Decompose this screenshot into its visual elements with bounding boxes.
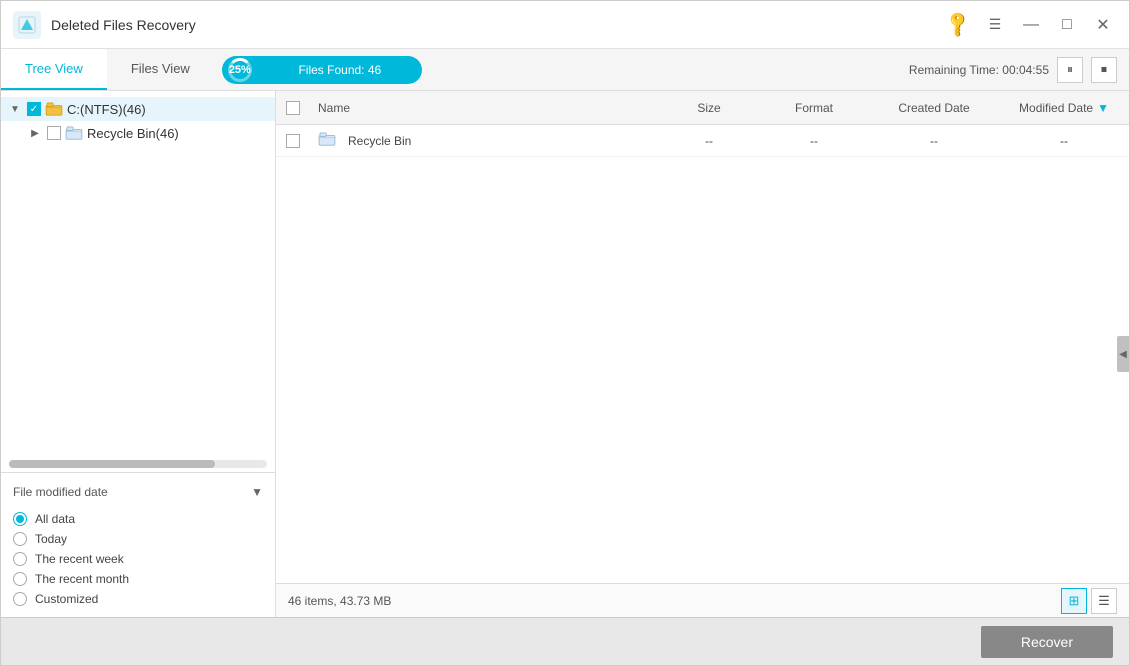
td-format: -- <box>759 134 869 148</box>
th-modified-date[interactable]: Modified Date ▼ <box>999 101 1129 115</box>
files-found-text: Files Found: 46 <box>258 63 422 77</box>
scrollbar-thumb <box>9 460 215 468</box>
tree-area: ▼ C:(NTFS)(46) ▶ <box>1 91 275 456</box>
filter-panel: File modified date ▼ All data Today The re… <box>1 472 275 617</box>
table-body: Recycle Bin -- -- -- -- <box>276 125 1129 583</box>
table-row[interactable]: Recycle Bin -- -- -- -- <box>276 125 1129 157</box>
pause-button[interactable]: ⏸ <box>1057 57 1083 83</box>
window-title: Deleted Files Recovery <box>51 17 947 33</box>
remaining-time: Remaining Time: 00:04:55 ⏸ ⏹ <box>909 49 1129 90</box>
th-check <box>276 101 310 115</box>
tree-root-label: C:(NTFS)(46) <box>67 102 146 117</box>
radio-label-3: The recent month <box>35 572 129 586</box>
sort-arrow-icon: ▼ <box>1097 101 1109 115</box>
main-window: Deleted Files Recovery 🔑 ☰ — □ ✕ Tree Vi… <box>0 0 1130 666</box>
title-bar: Deleted Files Recovery 🔑 ☰ — □ ✕ <box>1 1 1129 49</box>
side-handle-arrow-icon: ◀ <box>1119 349 1127 360</box>
td-modified: -- <box>999 134 1129 148</box>
tree-checkbox-child[interactable] <box>47 126 61 140</box>
stop-button[interactable]: ⏹ <box>1091 57 1117 83</box>
radio-label-1: Today <box>35 532 67 546</box>
key-icon: 🔑 <box>942 9 973 40</box>
filter-option-1[interactable]: Today <box>13 529 263 549</box>
tree-root-item[interactable]: ▼ C:(NTFS)(46) <box>1 97 275 121</box>
filter-options: All data Today The recent week The recent m… <box>13 509 263 609</box>
td-name: Recycle Bin <box>310 132 659 149</box>
td-created: -- <box>869 134 999 148</box>
filter-option-0[interactable]: All data <box>13 509 263 529</box>
tree-toggle-root[interactable]: ▼ <box>7 101 23 117</box>
tab-files-view[interactable]: Files View <box>107 49 214 90</box>
close-button[interactable]: ✕ <box>1089 11 1117 39</box>
side-handle[interactable]: ◀ <box>1117 336 1129 372</box>
radio-circle-0 <box>13 512 27 526</box>
list-view-button[interactable]: ☰ <box>1091 588 1117 614</box>
status-bar: 46 items, 43.73 MB ⊞ ☰ <box>276 583 1129 617</box>
grid-view-button[interactable]: ⊞ <box>1061 588 1087 614</box>
radio-label-0: All data <box>35 512 75 526</box>
main-content: ▼ C:(NTFS)(46) ▶ <box>1 91 1129 617</box>
tree-child-item[interactable]: ▶ Recycle Bin(46) <box>21 121 275 145</box>
drive-icon <box>45 102 63 116</box>
filter-option-3[interactable]: The recent month <box>13 569 263 589</box>
radio-circle-1 <box>13 532 27 546</box>
tab-bar: Tree View Files View 25% Files Found: 46… <box>1 49 1129 91</box>
tree-child-label: Recycle Bin(46) <box>87 126 179 141</box>
th-created-date[interactable]: Created Date <box>869 101 999 115</box>
td-size: -- <box>659 134 759 148</box>
progress-area: 25% Files Found: 46 <box>222 49 422 90</box>
row-checkbox-0[interactable] <box>286 134 300 148</box>
th-name: Name <box>310 101 659 115</box>
view-buttons: ⊞ ☰ <box>1061 588 1117 614</box>
td-check <box>276 134 310 148</box>
radio-label-2: The recent week <box>35 552 124 566</box>
row-name-0: Recycle Bin <box>348 134 411 148</box>
minimize-button[interactable]: — <box>1017 11 1045 39</box>
tab-tree-view[interactable]: Tree View <box>1 49 107 90</box>
app-icon <box>13 11 41 39</box>
th-size: Size <box>659 101 759 115</box>
tree-children: ▶ Recycle Bin(46) <box>1 121 275 145</box>
tree-toggle-child[interactable]: ▶ <box>27 125 43 141</box>
status-text: 46 items, 43.73 MB <box>288 594 1061 608</box>
right-panel: Name Size Format Created Date Modified D… <box>276 91 1129 617</box>
bottom-bar: Recover <box>1 617 1129 665</box>
filter-option-2[interactable]: The recent week <box>13 549 263 569</box>
progress-spinner: 25% <box>228 58 252 82</box>
filter-toggle-icon: ▼ <box>251 485 263 499</box>
radio-circle-2 <box>13 552 27 566</box>
radio-label-4: Customized <box>35 592 98 606</box>
file-folder-icon-0 <box>318 132 336 149</box>
recycle-folder-icon <box>65 126 83 140</box>
radio-circle-3 <box>13 572 27 586</box>
filter-header[interactable]: File modified date ▼ <box>13 481 263 503</box>
window-controls: 🔑 ☰ — □ ✕ <box>947 11 1117 39</box>
menu-button[interactable]: ☰ <box>981 11 1009 39</box>
table-header: Name Size Format Created Date Modified D… <box>276 91 1129 125</box>
th-format: Format <box>759 101 869 115</box>
tree-scrollbar[interactable] <box>9 460 267 468</box>
left-panel: ▼ C:(NTFS)(46) ▶ <box>1 91 276 617</box>
radio-circle-4 <box>13 592 27 606</box>
recover-button[interactable]: Recover <box>981 626 1113 658</box>
maximize-button[interactable]: □ <box>1053 11 1081 39</box>
progress-bar: 25% Files Found: 46 <box>222 56 422 84</box>
header-checkbox[interactable] <box>286 101 300 115</box>
filter-option-4[interactable]: Customized <box>13 589 263 609</box>
filter-title: File modified date <box>13 485 108 499</box>
tree-checkbox-root[interactable] <box>27 102 41 116</box>
